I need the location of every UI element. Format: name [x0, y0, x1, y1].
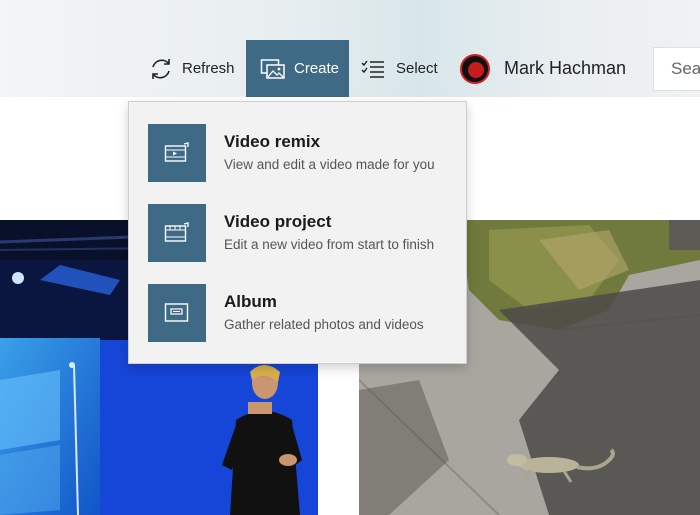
- create-button[interactable]: Create: [246, 40, 349, 97]
- create-label: Create: [294, 60, 340, 77]
- menu-item-video-project[interactable]: Video project Edit a new video from star…: [148, 204, 458, 262]
- menu-item-title: Video remix: [224, 132, 321, 151]
- select-button[interactable]: Select: [360, 40, 438, 97]
- menu-item-album[interactable]: Album Gather related photos and videos: [148, 284, 458, 342]
- menu-item-description: Edit a new video from start to finish: [224, 237, 435, 252]
- refresh-label: Refresh: [182, 60, 235, 77]
- account-button[interactable]: Mark Hachman: [460, 40, 626, 97]
- album-icon: [148, 284, 206, 342]
- video-remix-icon: [148, 124, 206, 182]
- video-project-icon: [148, 204, 206, 262]
- menu-item-description: Gather related photos and videos: [224, 317, 424, 332]
- select-label: Select: [396, 60, 438, 77]
- select-list-icon: [360, 58, 386, 80]
- menu-item-description: View and edit a video made for you: [224, 157, 435, 172]
- search-placeholder: Sea: [671, 59, 700, 78]
- menu-item-video-remix[interactable]: Video remix View and edit a video made f…: [148, 124, 458, 182]
- create-photo-icon: [260, 57, 286, 81]
- menu-item-title: Video project: [224, 212, 332, 231]
- refresh-icon: [148, 56, 174, 82]
- search-input[interactable]: Sea: [653, 47, 700, 91]
- avatar: [460, 53, 490, 84]
- user-name: Mark Hachman: [504, 58, 627, 78]
- refresh-button[interactable]: Refresh: [148, 40, 235, 97]
- menu-item-title: Album: [224, 292, 277, 311]
- command-bar: Refresh Create Select Mark Hachman Sea: [0, 0, 700, 97]
- create-menu: Video remix View and edit a video made f…: [128, 101, 467, 364]
